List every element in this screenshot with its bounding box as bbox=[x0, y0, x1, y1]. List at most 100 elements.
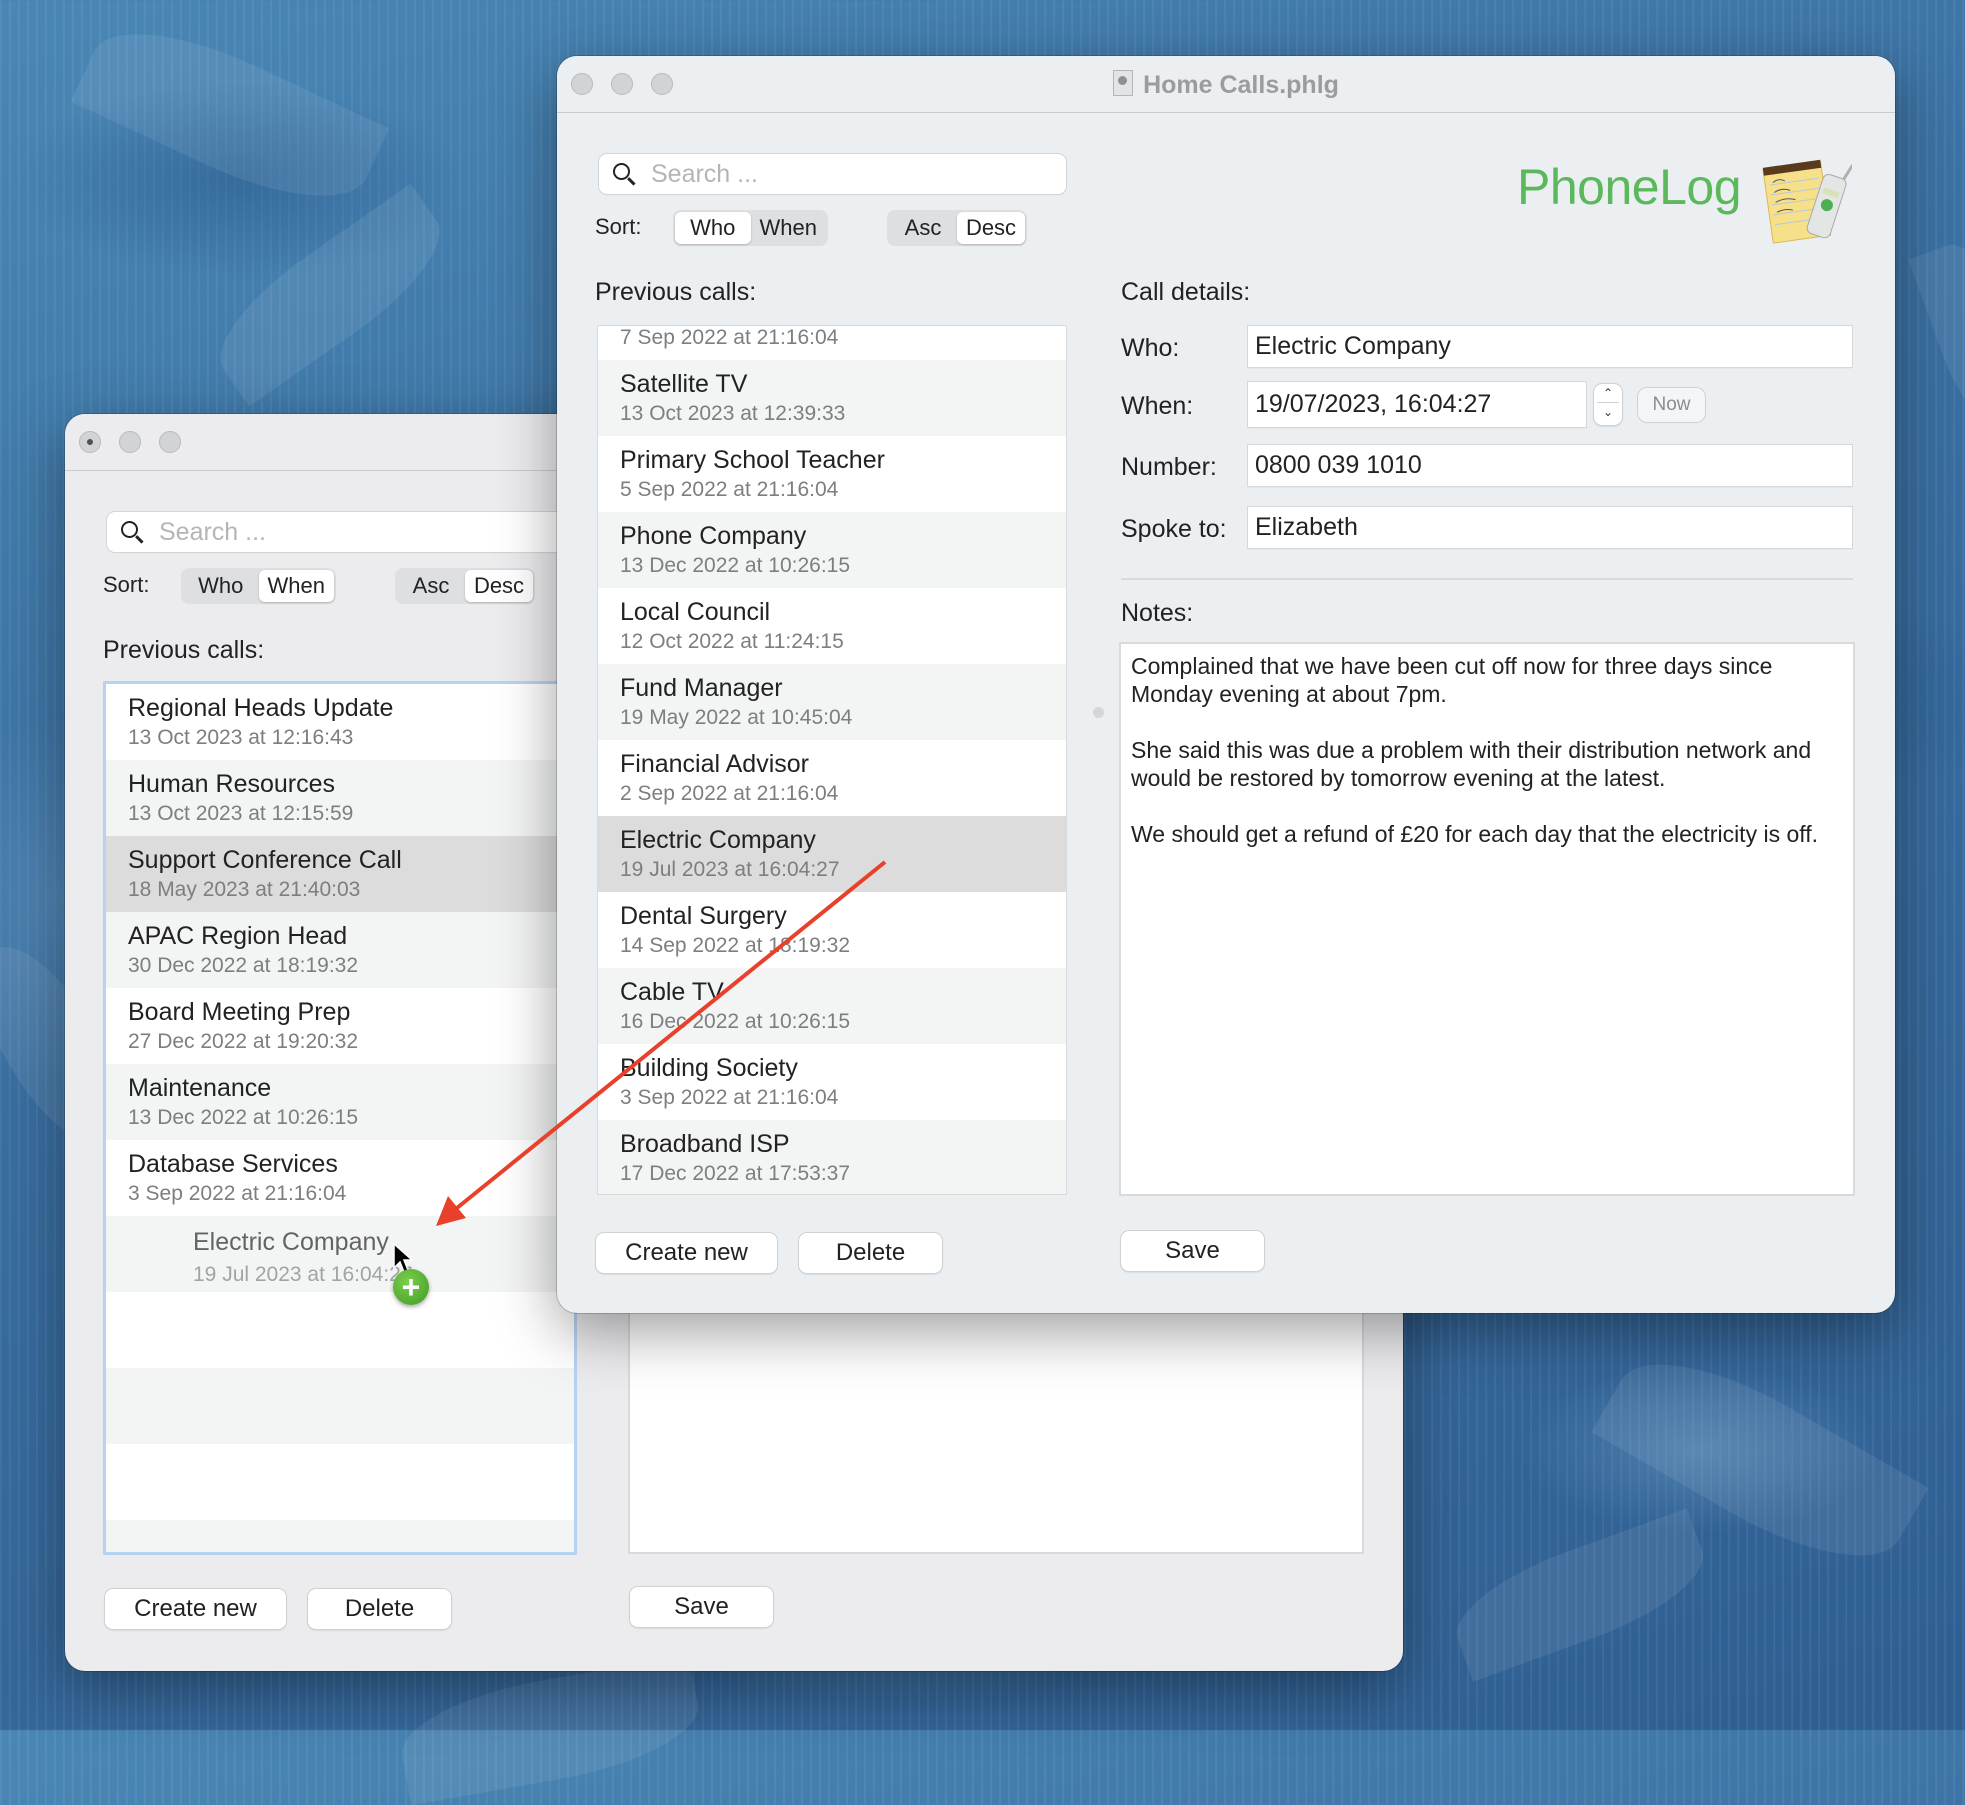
call-when: 13 Oct 2023 at 12:16:43 bbox=[128, 726, 354, 749]
phonelog-app-icon bbox=[1762, 159, 1852, 244]
call-list-row[interactable]: 7 Sep 2022 at 21:16:04 bbox=[598, 326, 1066, 360]
close-button[interactable] bbox=[79, 431, 101, 453]
call-list-row[interactable]: Fund Manager 19 May 2022 at 10:45:04 bbox=[598, 664, 1066, 740]
call-when: 12 Oct 2022 at 11:24:15 bbox=[620, 630, 844, 653]
sort-order-control[interactable]: Asc Desc bbox=[395, 568, 535, 604]
empty-list-row bbox=[106, 1292, 574, 1368]
when-label: When: bbox=[1121, 392, 1194, 420]
call-list-row[interactable]: Human Resources 13 Oct 2023 at 12:15:59 bbox=[106, 760, 574, 836]
window-title: Home Calls.phlg bbox=[557, 70, 1895, 100]
empty-list-row bbox=[106, 1444, 574, 1520]
call-who: Human Resources bbox=[128, 770, 336, 798]
delete-button[interactable]: Delete bbox=[799, 1233, 942, 1273]
call-list-row[interactable]: Phone Company 13 Dec 2022 at 10:26:15 bbox=[598, 512, 1066, 588]
call-when: 27 Dec 2022 at 19:20:32 bbox=[128, 1030, 359, 1053]
sort-desc-option[interactable]: Desc bbox=[957, 212, 1025, 244]
create-new-button[interactable]: Create new bbox=[596, 1233, 777, 1273]
call-list-row[interactable]: Broadband ISP 17 Dec 2022 at 17:53:37 bbox=[598, 1120, 1066, 1194]
search-icon bbox=[613, 163, 630, 180]
call-list-row[interactable]: Regional Heads Update 13 Oct 2023 at 12:1… bbox=[106, 684, 574, 760]
zoom-button[interactable] bbox=[159, 431, 181, 453]
sort-field-control[interactable]: Who When bbox=[181, 568, 336, 604]
titlebar: Home Calls.phlg bbox=[557, 56, 1895, 113]
call-who: Database Services bbox=[128, 1150, 338, 1178]
sort-order-control[interactable]: Asc Desc bbox=[887, 210, 1027, 246]
call-list-row[interactable]: Dental Surgery 14 Sep 2022 at 18:19:32 bbox=[598, 892, 1066, 968]
call-who: Broadband ISP bbox=[620, 1130, 790, 1158]
split-view-handle[interactable] bbox=[1093, 707, 1104, 718]
call-list-row[interactable]: Database Services 3 Sep 2022 at 21:16:04 bbox=[106, 1140, 574, 1216]
call-who: Satellite TV bbox=[620, 370, 748, 398]
sort-who-option[interactable]: Who bbox=[675, 212, 751, 244]
call-who: Cable TV bbox=[620, 978, 724, 1006]
sort-when-option[interactable]: When bbox=[258, 570, 334, 602]
search-icon bbox=[121, 521, 138, 538]
stepper-up-icon[interactable]: ⌃ bbox=[1594, 384, 1622, 402]
call-list-row[interactable]: Board Meeting Prep 27 Dec 2022 at 19:20:3… bbox=[106, 988, 574, 1064]
call-who: Dental Surgery bbox=[620, 902, 787, 930]
call-when: 30 Dec 2022 at 18:19:32 bbox=[128, 954, 359, 977]
minimize-button[interactable] bbox=[119, 431, 141, 453]
calls-list-rows: 7 Sep 2022 at 21:16:04 Satellite TV 13 Oct… bbox=[598, 326, 1066, 1194]
call-who: Primary School Teacher bbox=[620, 446, 885, 474]
call-list-row[interactable]: Electric Company 19 Jul 2023 at 16:04:27 bbox=[598, 816, 1066, 892]
drag-copy-plus-icon: + bbox=[393, 1269, 429, 1305]
stepper-down-icon[interactable]: ⌄ bbox=[1594, 403, 1622, 421]
sort-asc-option[interactable]: Asc bbox=[889, 212, 957, 244]
create-new-button[interactable]: Create new bbox=[105, 1589, 286, 1629]
who-label: Who: bbox=[1121, 334, 1180, 362]
call-list-row[interactable]: Cable TV 16 Dec 2022 at 10:26:15 bbox=[598, 968, 1066, 1044]
number-label: Number: bbox=[1121, 453, 1217, 481]
call-who: Financial Advisor bbox=[620, 750, 809, 778]
spoke-to-field[interactable]: Elizabeth bbox=[1248, 507, 1852, 548]
app-brand-title: PhoneLog bbox=[1517, 159, 1742, 215]
call-list-row[interactable]: Financial Advisor 2 Sep 2022 at 21:16:04 bbox=[598, 740, 1066, 816]
search-input[interactable] bbox=[651, 154, 1051, 194]
empty-list-row bbox=[106, 1520, 574, 1552]
sort-asc-option[interactable]: Asc bbox=[397, 570, 465, 602]
sort-when-option[interactable]: When bbox=[751, 212, 827, 244]
search-field[interactable] bbox=[599, 154, 1066, 194]
window-title-text: Home Calls.phlg bbox=[1143, 71, 1339, 99]
call-when: 14 Sep 2022 at 18:19:32 bbox=[620, 934, 851, 957]
call-list-row[interactable]: Primary School Teacher 5 Sep 2022 at 21:1… bbox=[598, 436, 1066, 512]
notes-label: Notes: bbox=[1121, 599, 1194, 627]
call-list-row[interactable]: Satellite TV 13 Oct 2023 at 12:39:33 bbox=[598, 360, 1066, 436]
call-who: Electric Company bbox=[620, 826, 816, 854]
delete-button[interactable]: Delete bbox=[308, 1589, 451, 1629]
sort-label: Sort: bbox=[103, 572, 150, 597]
call-list-row[interactable]: Building Society 3 Sep 2022 at 21:16:04 bbox=[598, 1044, 1066, 1120]
call-list-row[interactable]: APAC Region Head 30 Dec 2022 at 18:19:32 bbox=[106, 912, 574, 988]
call-who: Support Conference Call bbox=[128, 846, 402, 874]
search-input[interactable] bbox=[159, 512, 559, 552]
search-field[interactable] bbox=[107, 512, 574, 552]
sort-field-control[interactable]: Who When bbox=[673, 210, 828, 246]
notes-textarea[interactable]: Complained that we have been cut off now… bbox=[1121, 644, 1853, 1194]
sort-who-option[interactable]: Who bbox=[183, 570, 259, 602]
save-button[interactable]: Save bbox=[1121, 1231, 1264, 1271]
drag-ghost-when: 19 Jul 2023 at 16:04:27 bbox=[193, 1263, 413, 1286]
drag-ghost-who: Electric Company bbox=[193, 1228, 389, 1256]
call-list-row[interactable]: Local Council 12 Oct 2022 at 11:24:15 bbox=[598, 588, 1066, 664]
call-when: 13 Dec 2022 at 10:26:15 bbox=[620, 554, 851, 577]
call-when: 13 Dec 2022 at 10:26:15 bbox=[128, 1106, 359, 1129]
call-when: 19 Jul 2023 at 16:04:27 bbox=[620, 858, 840, 881]
number-field[interactable]: 0800 039 1010 bbox=[1248, 445, 1852, 486]
now-button[interactable]: Now bbox=[1638, 388, 1705, 422]
when-date-field[interactable]: 19/07/2023, 16:04:27 bbox=[1248, 382, 1586, 427]
call-who: Board Meeting Prep bbox=[128, 998, 351, 1026]
document-icon bbox=[1113, 70, 1134, 96]
call-when: 7 Sep 2022 at 21:16:04 bbox=[620, 326, 839, 349]
call-when: 13 Oct 2023 at 12:15:59 bbox=[128, 802, 354, 825]
date-stepper[interactable]: ⌃ ⌄ bbox=[1594, 384, 1622, 425]
call-list-row[interactable]: Support Conference Call 18 May 2023 at 21… bbox=[106, 836, 574, 912]
call-list-row[interactable]: Maintenance 13 Dec 2022 at 10:26:15 bbox=[106, 1064, 574, 1140]
calls-list[interactable]: Regional Heads Update 13 Oct 2023 at 12:1… bbox=[106, 684, 574, 1552]
save-button[interactable]: Save bbox=[630, 1587, 773, 1627]
call-when: 3 Sep 2022 at 21:16:04 bbox=[128, 1182, 347, 1205]
sort-desc-option[interactable]: Desc bbox=[465, 570, 533, 602]
who-field[interactable]: Electric Company bbox=[1248, 326, 1852, 367]
calls-list[interactable]: 7 Sep 2022 at 21:16:04 Satellite TV 13 Oct… bbox=[598, 326, 1066, 1194]
call-when: 3 Sep 2022 at 21:16:04 bbox=[620, 1086, 839, 1109]
call-when: 16 Dec 2022 at 10:26:15 bbox=[620, 1010, 851, 1033]
